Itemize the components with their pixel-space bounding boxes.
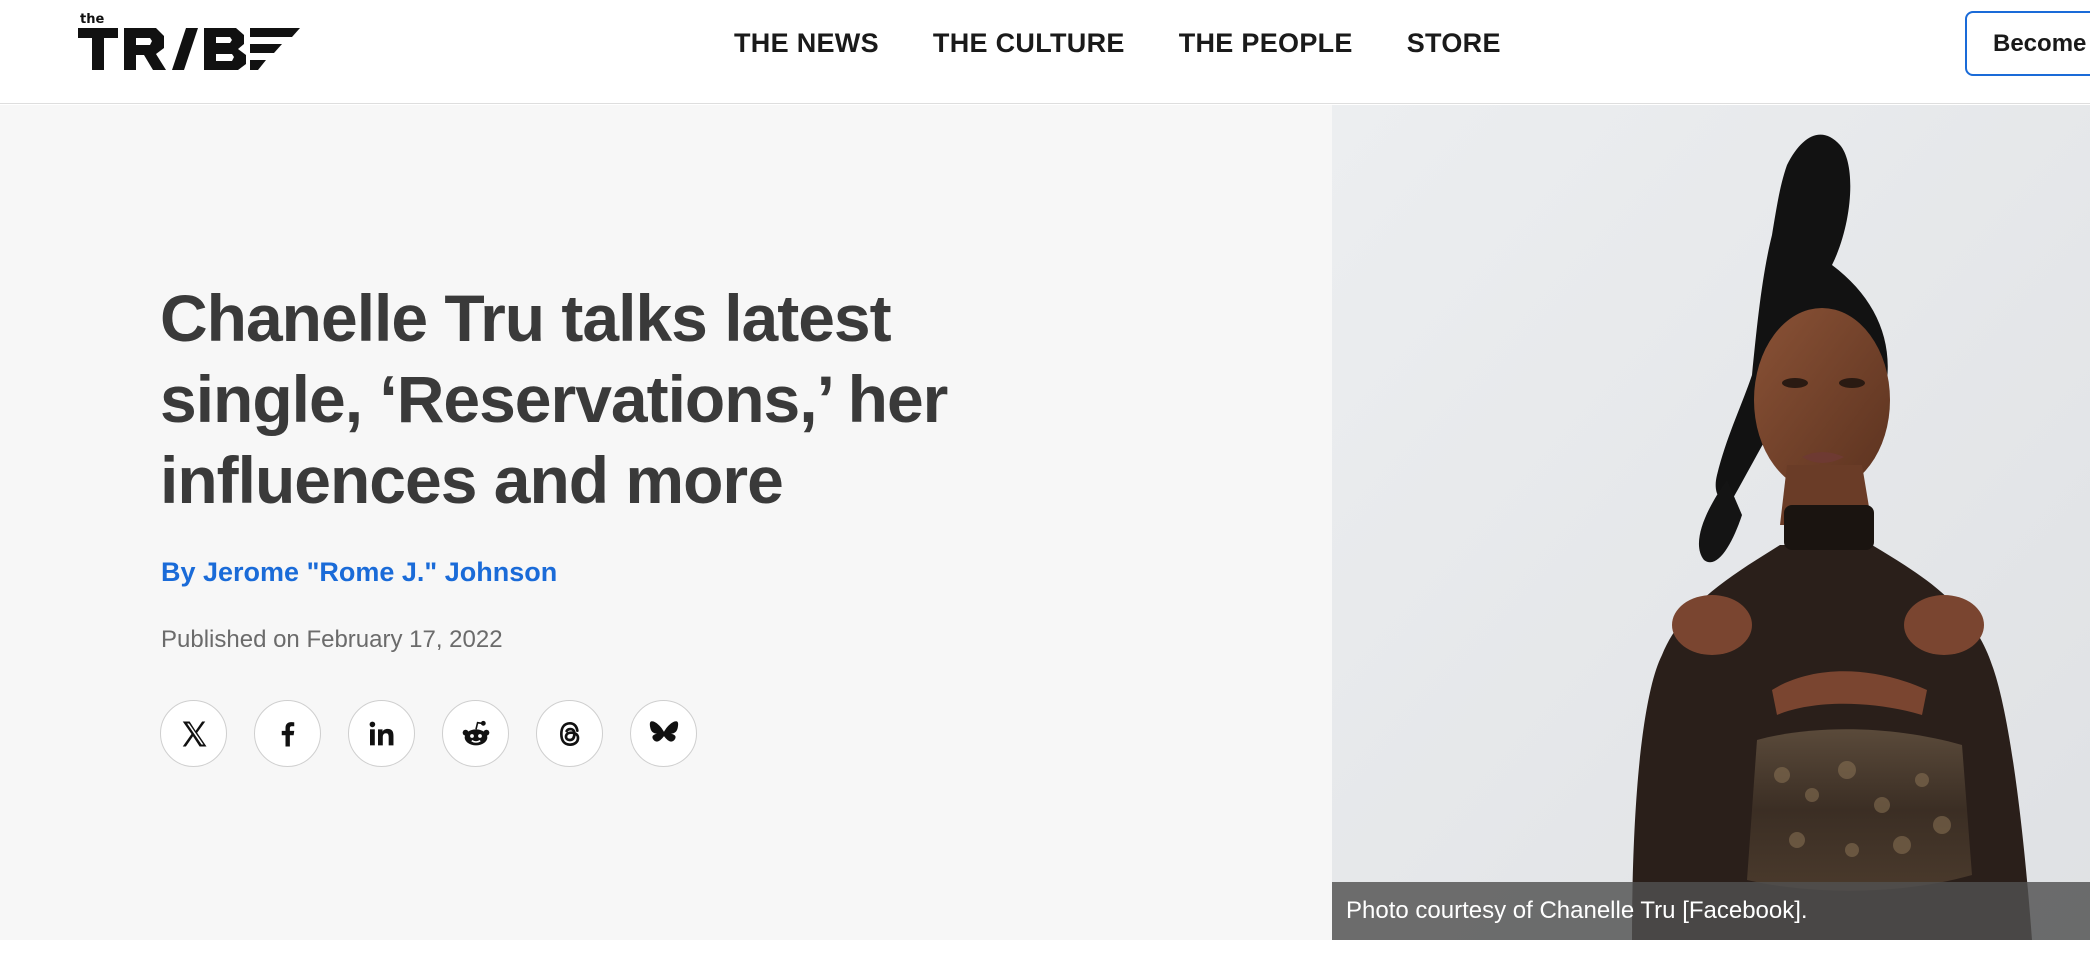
linkedin-icon bbox=[369, 721, 393, 745]
nav-store[interactable]: STORE bbox=[1407, 26, 1501, 60]
photo-caption: Photo courtesy of Chanelle Tru [Facebook… bbox=[1332, 882, 2090, 940]
publish-date: Published on February 17, 2022 bbox=[161, 626, 503, 653]
become-member-button[interactable]: Become bbox=[1965, 11, 2090, 76]
facebook-icon bbox=[281, 721, 294, 746]
logo-small-text: the bbox=[80, 12, 105, 27]
share-reddit-button[interactable] bbox=[442, 700, 509, 767]
logo-wordmark-icon bbox=[78, 28, 300, 70]
main-nav: THE NEWS THE CULTURE THE PEOPLE STORE bbox=[734, 26, 1555, 60]
article-photo: Photo courtesy of Chanelle Tru [Facebook… bbox=[1332, 105, 2090, 940]
portrait-photo bbox=[1332, 105, 2090, 940]
bluesky-icon bbox=[649, 720, 678, 742]
x-icon bbox=[182, 721, 206, 746]
share-linkedin-button[interactable] bbox=[348, 700, 415, 767]
share-facebook-button[interactable] bbox=[254, 700, 321, 767]
share-bar bbox=[160, 700, 724, 767]
reddit-icon bbox=[462, 720, 489, 745]
share-bluesky-button[interactable] bbox=[630, 700, 697, 767]
threads-icon bbox=[559, 721, 579, 746]
article-title: Chanelle Tru talks latest single, ‘Reser… bbox=[160, 281, 948, 517]
site-logo[interactable]: the bbox=[78, 12, 303, 76]
site-header: the THE NEWS THE CULTURE THE PEOPLE STOR… bbox=[0, 0, 2090, 104]
share-x-button[interactable] bbox=[160, 700, 227, 767]
nav-the-news[interactable]: THE NEWS bbox=[734, 26, 879, 60]
author-byline-link[interactable]: By Jerome "Rome J." Johnson bbox=[161, 557, 557, 588]
share-threads-button[interactable] bbox=[536, 700, 603, 767]
article-hero bbox=[0, 105, 1332, 940]
nav-the-people[interactable]: THE PEOPLE bbox=[1179, 26, 1353, 60]
nav-the-culture[interactable]: THE CULTURE bbox=[933, 26, 1125, 60]
